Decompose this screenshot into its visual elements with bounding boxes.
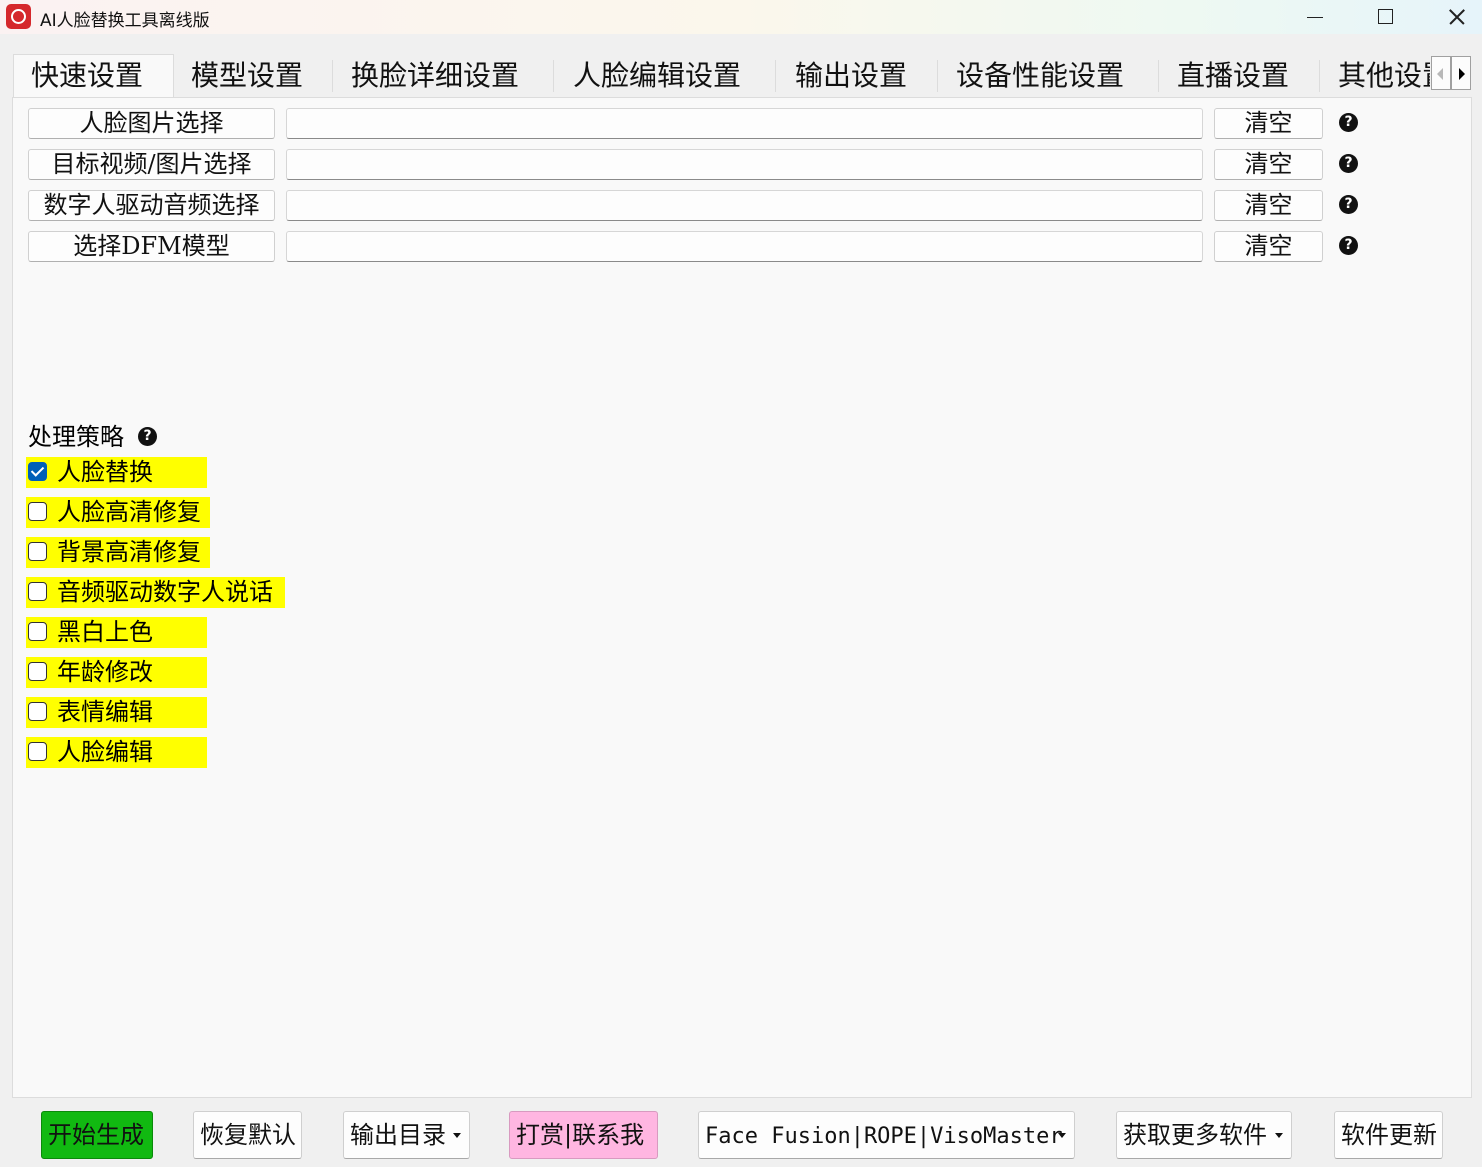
dfm-model-path-input[interactable] <box>286 231 1203 262</box>
tab-divider <box>937 60 938 92</box>
option-label: 黑白上色 <box>57 618 153 646</box>
reset-defaults-button[interactable]: 恢复默认 <box>193 1111 302 1159</box>
more-software-label: 获取更多软件 <box>1123 1121 1267 1149</box>
option-colorize[interactable]: 黑白上色 <box>26 617 207 648</box>
checkbox-icon[interactable] <box>28 542 47 561</box>
tab-other-settings[interactable]: 其他设置 <box>1338 56 1430 96</box>
dropdown-arrow-icon <box>453 1133 461 1138</box>
option-label: 音频驱动数字人说话 <box>57 578 273 606</box>
option-label: 人脸替换 <box>57 458 153 486</box>
tab-output-settings[interactable]: 输出设置 <box>795 56 935 96</box>
tab-divider <box>1319 60 1320 92</box>
dropdown-arrow-icon <box>1058 1133 1066 1138</box>
more-software-button[interactable]: 获取更多软件 <box>1116 1111 1292 1159</box>
tab-divider <box>1158 60 1159 92</box>
related-tools-label: Face Fusion|ROPE|VisoMaster <box>705 1124 1063 1149</box>
window-title: AI人脸替换工具离线版 <box>40 11 210 31</box>
option-face-swap[interactable]: 人脸替换 <box>26 457 207 488</box>
minimize-icon[interactable] <box>1280 0 1350 34</box>
checkbox-icon[interactable] <box>28 622 47 641</box>
tab-device-performance[interactable]: 设备性能设置 <box>956 56 1156 96</box>
tab-live-settings[interactable]: 直播设置 <box>1177 56 1317 96</box>
close-icon[interactable] <box>1420 0 1482 34</box>
option-age-edit[interactable]: 年龄修改 <box>26 657 207 688</box>
tab-scroll-right-icon[interactable] <box>1451 56 1471 90</box>
clear-driving-audio-button[interactable]: 清空 <box>1214 190 1323 221</box>
tab-divider <box>332 60 333 92</box>
option-label: 人脸高清修复 <box>57 498 201 526</box>
tab-divider <box>775 60 776 92</box>
maximize-icon[interactable] <box>1350 0 1420 34</box>
checkbox-icon[interactable] <box>28 702 47 721</box>
option-label: 表情编辑 <box>57 698 153 726</box>
help-icon[interactable]: ? <box>1339 113 1358 132</box>
option-label: 人脸编辑 <box>57 738 153 766</box>
face-image-path-input[interactable] <box>286 108 1203 139</box>
select-driving-audio-button[interactable]: 数字人驱动音频选择 <box>28 190 275 221</box>
tab-face-edit-settings[interactable]: 人脸编辑设置 <box>573 56 773 96</box>
dropdown-arrow-icon <box>1275 1133 1283 1138</box>
clear-target-media-button[interactable]: 清空 <box>1214 149 1323 180</box>
option-background-restore[interactable]: 背景高清修复 <box>26 537 210 568</box>
clear-dfm-model-button[interactable]: 清空 <box>1214 231 1323 262</box>
checkbox-icon[interactable] <box>28 582 47 601</box>
software-update-button[interactable]: 软件更新 <box>1334 1111 1443 1159</box>
option-label: 背景高清修复 <box>57 538 201 566</box>
help-icon[interactable]: ? <box>138 427 157 446</box>
target-media-path-input[interactable] <box>286 149 1203 180</box>
checkbox-checked-icon[interactable] <box>28 462 47 481</box>
tab-quick-settings[interactable]: 快速设置 <box>13 54 174 98</box>
title-bar: AI人脸替换工具离线版 <box>0 0 1482 34</box>
checkbox-icon[interactable] <box>28 662 47 681</box>
output-dir-button[interactable]: 输出目录 <box>343 1111 470 1159</box>
strategy-label: 处理策略 <box>28 423 124 451</box>
tab-model-settings[interactable]: 模型设置 <box>191 56 331 96</box>
select-target-media-button[interactable]: 目标视频/图片选择 <box>28 149 275 180</box>
related-tools-button[interactable]: Face Fusion|ROPE|VisoMaster <box>698 1111 1075 1159</box>
output-dir-label: 输出目录 <box>350 1121 446 1149</box>
option-face-restore[interactable]: 人脸高清修复 <box>26 497 210 528</box>
option-expression-edit[interactable]: 表情编辑 <box>26 697 207 728</box>
tab-scroll-left-icon[interactable] <box>1431 56 1451 90</box>
help-icon[interactable]: ? <box>1339 195 1358 214</box>
clear-face-image-button[interactable]: 清空 <box>1214 108 1323 139</box>
checkbox-icon[interactable] <box>28 742 47 761</box>
select-face-image-button[interactable]: 人脸图片选择 <box>28 108 275 139</box>
checkbox-icon[interactable] <box>28 502 47 521</box>
tab-swap-details[interactable]: 换脸详细设置 <box>351 56 551 96</box>
help-icon[interactable]: ? <box>1339 154 1358 173</box>
rose-logo-icon <box>6 4 31 29</box>
option-label: 年龄修改 <box>57 658 153 686</box>
option-audio-driven-talking[interactable]: 音频驱动数字人说话 <box>26 577 285 608</box>
donate-contact-button[interactable]: 打赏|联系我 <box>509 1111 658 1159</box>
driving-audio-path-input[interactable] <box>286 190 1203 221</box>
start-button[interactable]: 开始生成 <box>41 1111 153 1159</box>
help-icon[interactable]: ? <box>1339 236 1358 255</box>
select-dfm-model-button[interactable]: 选择DFM模型 <box>28 231 275 262</box>
tab-divider <box>553 60 554 92</box>
option-face-edit[interactable]: 人脸编辑 <box>26 737 207 768</box>
